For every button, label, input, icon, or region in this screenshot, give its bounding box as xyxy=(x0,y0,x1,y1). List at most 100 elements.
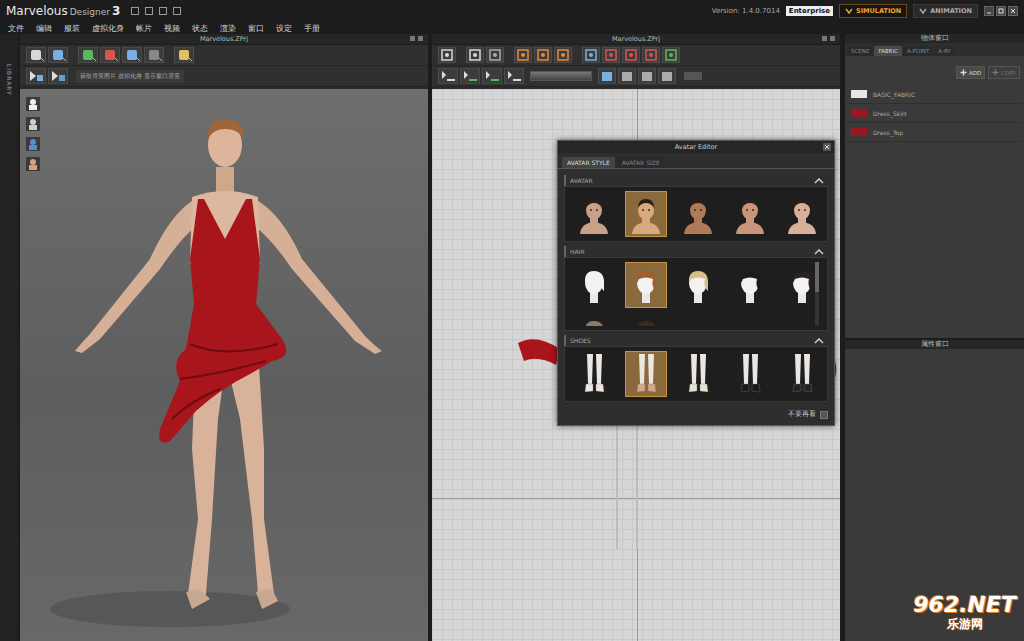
dialog-title-bar[interactable]: Avatar Editor xyxy=(558,141,834,153)
mode-button[interactable]: SIMULATION xyxy=(839,4,907,18)
object-tab[interactable]: A-POINT xyxy=(903,46,933,56)
object-tab[interactable]: SCENE xyxy=(847,46,873,56)
scrollbar[interactable] xyxy=(815,262,819,326)
library-strip[interactable]: LIBRARY xyxy=(0,34,18,641)
open-icon[interactable] xyxy=(144,6,154,16)
menu-item[interactable]: 视频 xyxy=(164,23,180,34)
menu-item[interactable]: 虚拟化身 xyxy=(92,23,124,34)
hair-thumbnail[interactable] xyxy=(573,312,615,326)
tool-icon[interactable] xyxy=(598,68,616,84)
tool-icon[interactable] xyxy=(602,47,620,63)
tool-icon[interactable] xyxy=(618,68,636,84)
hair-thumbnail[interactable] xyxy=(781,262,811,308)
section-header[interactable]: HAIR xyxy=(564,246,828,257)
collapse-icon[interactable] xyxy=(814,338,824,344)
section-header[interactable]: SHOES xyxy=(564,335,828,346)
tool-icon[interactable] xyxy=(48,68,68,84)
tool-icon[interactable] xyxy=(514,47,532,63)
shoes-thumbnail[interactable] xyxy=(573,351,615,397)
dont-show-checkbox[interactable] xyxy=(820,411,828,419)
2d-canvas[interactable]: Avatar Editor AVATAR STYLEAVATAR SIZE AV… xyxy=(432,89,840,641)
avatar-figure[interactable] xyxy=(20,89,428,641)
undo-icon[interactable] xyxy=(158,6,168,16)
tool-icon[interactable] xyxy=(534,47,552,63)
3d-viewport[interactable] xyxy=(20,89,428,641)
hair-thumbnail[interactable] xyxy=(729,262,771,308)
hair-thumbnail[interactable] xyxy=(625,262,667,308)
shoes-thumbnail[interactable] xyxy=(677,351,719,397)
section-header[interactable]: AVATAR xyxy=(564,175,828,186)
collapse-icon[interactable] xyxy=(814,249,824,255)
tool-icon[interactable] xyxy=(122,47,142,63)
menu-item[interactable]: 编辑 xyxy=(36,23,52,34)
tool-icon[interactable] xyxy=(554,47,572,63)
tool-icon[interactable] xyxy=(658,68,676,84)
tool-icon[interactable] xyxy=(662,47,680,63)
minimize-icon[interactable] xyxy=(984,6,994,16)
tool-icon[interactable] xyxy=(48,47,68,63)
avatar-thumbnail[interactable] xyxy=(625,191,667,237)
fabric-row[interactable]: Dress_Skirt xyxy=(847,104,1022,123)
menu-item[interactable]: 状态 xyxy=(192,23,208,34)
menu-item[interactable]: 手册 xyxy=(304,23,320,34)
avatar-thumbnail[interactable] xyxy=(573,191,615,237)
shoes-thumbnail[interactable] xyxy=(729,351,771,397)
dialog-tab[interactable]: AVATAR SIZE xyxy=(617,157,665,168)
view-mode-icon[interactable] xyxy=(26,97,40,111)
hair-thumbnail[interactable] xyxy=(625,312,667,326)
avatar-thumbnail[interactable] xyxy=(677,191,719,237)
menu-item[interactable]: 设定 xyxy=(276,23,292,34)
avatar-thumbnail[interactable] xyxy=(729,191,771,237)
fabric-row[interactable]: BASIC_FABRIC xyxy=(847,85,1022,104)
close-icon[interactable] xyxy=(823,143,831,151)
tool-icon[interactable] xyxy=(482,68,502,84)
menu-item[interactable]: 渲染 xyxy=(220,23,236,34)
fabric-row[interactable]: Dress_Top xyxy=(847,123,1022,142)
object-tab[interactable]: FABRIC xyxy=(874,46,901,56)
tool-icon[interactable] xyxy=(100,47,120,63)
hair-thumbnail[interactable] xyxy=(677,262,719,308)
menu-item[interactable]: 窗口 xyxy=(248,23,264,34)
collapse-icon[interactable] xyxy=(814,178,824,184)
hair-thumbnail[interactable] xyxy=(573,262,615,308)
dialog-tab[interactable]: AVATAR STYLE xyxy=(562,157,615,168)
fabric-button[interactable]: ADD xyxy=(956,66,985,79)
tool-icon[interactable] xyxy=(486,47,504,63)
shoes-thumbnail[interactable] xyxy=(625,351,667,397)
tool-icon[interactable] xyxy=(78,47,98,63)
mode-button[interactable]: ANIMATION xyxy=(913,4,978,18)
panel-controls-icon[interactable] xyxy=(410,36,424,42)
menu-item[interactable]: 帐片 xyxy=(136,23,152,34)
3d-window: Marvelous.ZPrj 获取背景图片 虚拟化身 显示窗口背景 xyxy=(20,34,428,641)
tool-icon[interactable] xyxy=(26,68,46,84)
redo-icon[interactable] xyxy=(172,6,182,16)
save-icon[interactable] xyxy=(130,6,140,16)
panel-controls-icon[interactable] xyxy=(822,36,836,42)
tool-icon[interactable] xyxy=(26,47,46,63)
maximize-icon[interactable] xyxy=(996,6,1006,16)
menu-item[interactable]: 文件 xyxy=(8,23,24,34)
tool-icon[interactable] xyxy=(438,68,458,84)
menu-item[interactable]: 服装 xyxy=(64,23,80,34)
tool-icon[interactable] xyxy=(642,47,660,63)
tool-icon[interactable] xyxy=(144,47,164,63)
tool-icon[interactable] xyxy=(466,47,484,63)
view-mode-icon[interactable] xyxy=(26,137,40,151)
value-field[interactable] xyxy=(684,72,702,80)
close-icon[interactable] xyxy=(1008,6,1018,16)
avatar-thumbnail[interactable] xyxy=(781,191,823,237)
tool-icon[interactable] xyxy=(460,68,480,84)
tool-icon[interactable] xyxy=(438,47,456,63)
view-mode-icon[interactable] xyxy=(26,117,40,131)
tool-icon[interactable] xyxy=(174,47,194,63)
fabric-button[interactable]: COPY xyxy=(988,66,1020,79)
tool-icon[interactable] xyxy=(504,68,524,84)
object-tab[interactable]: A-RY xyxy=(934,46,954,56)
toolbar-hint[interactable]: 获取背景图片 虚拟化身 显示窗口背景 xyxy=(76,70,184,83)
view-mode-icon[interactable] xyxy=(26,157,40,171)
tool-icon[interactable] xyxy=(638,68,656,84)
zoom-field[interactable] xyxy=(530,71,592,81)
shoes-thumbnail[interactable] xyxy=(781,351,823,397)
tool-icon[interactable] xyxy=(582,47,600,63)
tool-icon[interactable] xyxy=(622,47,640,63)
